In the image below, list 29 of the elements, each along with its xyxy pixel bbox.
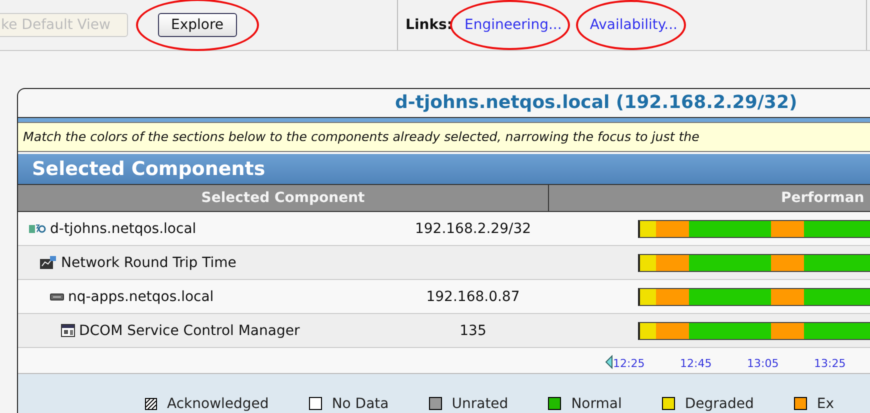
time-label: 12:45 [680, 357, 712, 370]
legend-label: Acknowledged [167, 396, 269, 412]
legend-label: Normal [571, 396, 622, 412]
link[interactable]: Availability... [590, 17, 678, 33]
column-header: Selected Component [18, 185, 549, 211]
link[interactable]: Engineering... [464, 17, 562, 33]
time-label: 12:25 [613, 357, 645, 370]
component-name: Network Round Trip Time [61, 254, 236, 270]
component-name: DCOM Service Control Manager [79, 322, 300, 338]
time-label: 13:05 [747, 357, 779, 370]
chart-icon [39, 255, 57, 270]
column-header: Performan [780, 189, 866, 208]
host-icon [28, 222, 46, 236]
legend-label: Ex [816, 396, 834, 412]
component-name: nq-apps.netqos.local [68, 288, 214, 304]
component-address: 135 [460, 322, 486, 338]
marker-icon [605, 355, 613, 369]
note-text: Match the colors of the sections below to the components already selected, narrowing the focus to just the [18, 122, 870, 152]
window-icon [61, 324, 75, 337]
legend-label: Unrated [452, 396, 508, 412]
component-name: d-tjohns.netqos.local [50, 220, 196, 236]
section-header: Selected Components [18, 154, 870, 185]
explore-button[interactable]: Explore [158, 13, 237, 37]
legend-label: Degraded [684, 396, 754, 412]
component-address: 192.168.2.29/32 [414, 220, 532, 236]
time-label: 13:25 [814, 357, 846, 370]
legend-label: No Data [332, 396, 389, 412]
server-icon [50, 292, 64, 300]
component-address: 192.168.0.87 [426, 288, 520, 304]
